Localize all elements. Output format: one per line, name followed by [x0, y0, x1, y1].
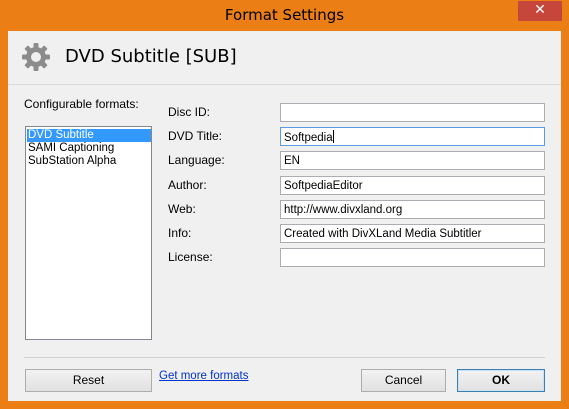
license-label: License: — [168, 250, 213, 264]
text-caret — [332, 130, 334, 143]
format-item-sami-captioning[interactable]: SAMI Captioning — [27, 142, 150, 155]
footer-separator — [24, 357, 545, 358]
configurable-formats-label: Configurable formats: — [24, 97, 139, 111]
window-title: Format Settings — [224, 6, 345, 24]
disc-id-label: Disc ID: — [168, 105, 210, 119]
license-field[interactable] — [280, 248, 545, 267]
get-more-formats-link[interactable]: Get more formats — [159, 370, 248, 382]
disc-id-field[interactable] — [280, 103, 545, 122]
cancel-button[interactable]: Cancel — [361, 369, 446, 392]
web-field[interactable]: http://www.divxland.org — [280, 200, 545, 219]
close-icon: ✕ — [534, 2, 546, 18]
dvd-title-field[interactable]: Softpedia — [280, 127, 545, 146]
dialog-client-area: DVD Subtitle [SUB] Configurable formats:… — [8, 31, 561, 401]
close-button[interactable]: ✕ — [518, 1, 562, 21]
format-title: DVD Subtitle [SUB] — [65, 46, 237, 67]
format-settings-window: Format Settings ✕ DVD Subtitle [SUB] Con… — [0, 0, 569, 409]
format-item-substation-alpha[interactable]: SubStation Alpha — [27, 155, 150, 168]
format-header: DVD Subtitle [SUB] — [8, 31, 561, 85]
dvd-title-value: Softpedia — [284, 132, 333, 144]
author-label: Author: — [168, 178, 207, 192]
format-item-dvd-subtitle[interactable]: DVD Subtitle — [27, 129, 151, 142]
gear-icon — [22, 43, 50, 71]
web-label: Web: — [168, 202, 196, 216]
formats-listbox[interactable]: DVD Subtitle SAMI Captioning SubStation … — [25, 126, 152, 340]
info-field[interactable]: Created with DivXLand Media Subtitler — [280, 224, 545, 243]
language-field[interactable]: EN — [280, 151, 545, 170]
ok-button[interactable]: OK — [457, 369, 545, 392]
reset-button[interactable]: Reset — [25, 369, 152, 392]
title-bar[interactable]: Format Settings ✕ — [0, 0, 569, 30]
language-label: Language: — [168, 153, 225, 167]
dvd-title-label: DVD Title: — [168, 129, 223, 143]
info-label: Info: — [168, 226, 192, 240]
author-field[interactable]: SoftpediaEditor — [280, 176, 545, 195]
